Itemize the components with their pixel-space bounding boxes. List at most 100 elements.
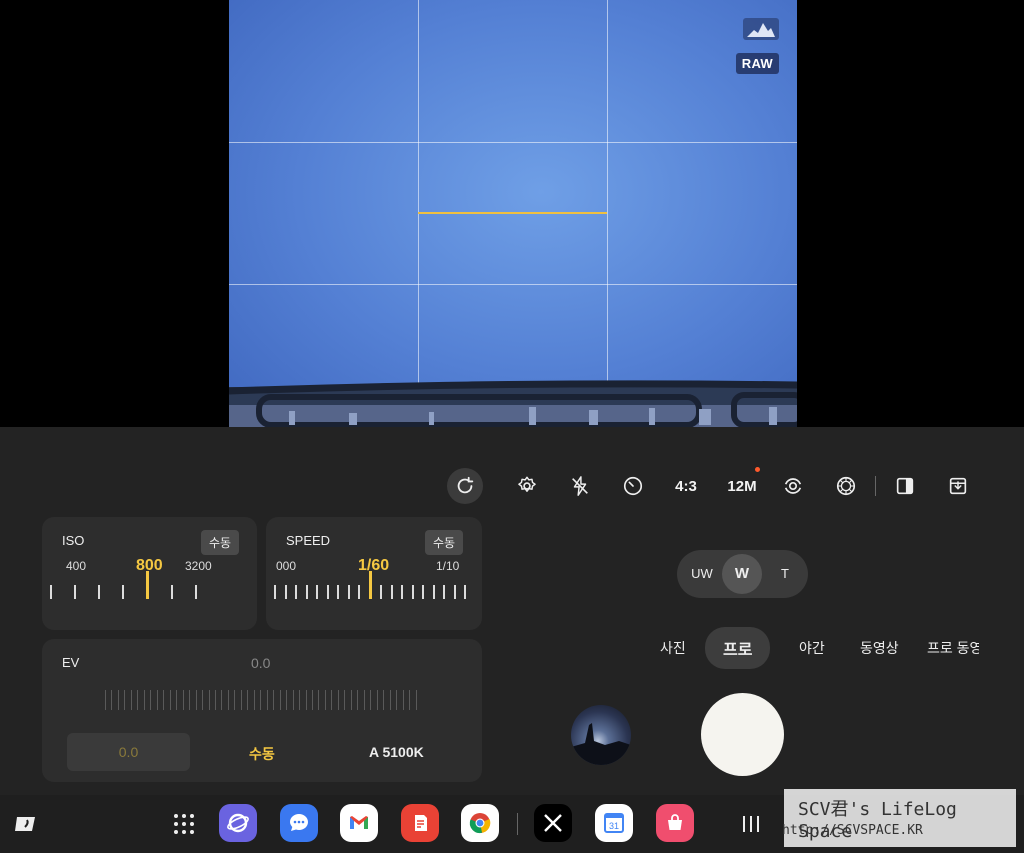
ev-tick [266, 690, 268, 710]
ev-tick [156, 690, 158, 710]
speed-card[interactable]: SPEED 수동 000 1/60 1/10 [266, 517, 482, 630]
iso-value-selected: 800 [136, 557, 163, 574]
ev-tick [324, 690, 326, 710]
chrome-icon[interactable] [461, 804, 499, 842]
slider-tick [453, 585, 456, 599]
new-indicator-dot [755, 467, 760, 472]
ev-tick [163, 690, 165, 710]
raw-format-badge[interactable]: RAW [735, 53, 779, 74]
slider-tick [432, 585, 435, 599]
iso-value-high: 3200 [185, 559, 212, 573]
speed-mode-button[interactable]: 수동 [425, 530, 464, 555]
samsung-internet-icon[interactable] [219, 804, 257, 842]
calendar-day: 31 [609, 821, 619, 831]
zoom-option-uw[interactable]: UW [687, 550, 717, 598]
ev-tick [247, 690, 249, 710]
recents-icon[interactable] [740, 812, 762, 841]
slider-tick [337, 585, 339, 599]
ev-tick [279, 690, 281, 710]
slider-tick [274, 585, 276, 599]
flash-off-icon[interactable] [562, 468, 598, 504]
ev-tick [150, 690, 152, 710]
filter-icon[interactable] [828, 468, 864, 504]
app-drawer-icon[interactable] [172, 812, 196, 841]
ev-tick [409, 690, 411, 710]
zoom-selector[interactable]: UW W T [677, 550, 808, 598]
mode-video[interactable]: 동영상 [860, 638, 899, 658]
speed-slider[interactable] [274, 571, 474, 599]
calendar-icon[interactable]: 31 [595, 804, 633, 842]
mode-photo[interactable]: 사진 [660, 638, 686, 658]
toolbar-divider [875, 476, 876, 496]
slider-tick [464, 585, 466, 599]
ev-tick [292, 690, 294, 710]
watermark-url: http://SCVSPACE.KR [782, 823, 923, 838]
ev-tick [370, 690, 372, 710]
taskbar-divider [517, 813, 518, 835]
mode-pro-video[interactable]: 프로 동영 [927, 638, 979, 658]
gmail-icon[interactable] [340, 804, 378, 842]
reset-icon[interactable] [447, 468, 483, 504]
iso-value-low: 400 [66, 559, 87, 573]
scene-railing [229, 380, 797, 427]
ev-tick [202, 690, 204, 710]
focus-mode-button[interactable]: 수동 [249, 744, 275, 764]
horizon-level-indicator [418, 212, 607, 214]
ev-tick [189, 690, 191, 710]
ev-tick [383, 690, 385, 710]
slider-tick [401, 585, 403, 599]
ev-slider[interactable] [105, 690, 417, 710]
split-view-icon[interactable] [887, 468, 923, 504]
zoom-option-t[interactable]: T [773, 550, 797, 598]
rotate-lens-icon[interactable] [775, 468, 811, 504]
samsung-notes-icon[interactable] [401, 804, 439, 842]
ev-tick [402, 690, 404, 710]
camera-viewfinder[interactable]: RAW [229, 0, 797, 427]
ev-tick [350, 690, 352, 710]
watermark: SCV君's LifeLog Space http://SCVSPACE.KR [782, 789, 1016, 847]
gallery-thumbnail[interactable] [571, 705, 631, 765]
ev-tick [318, 690, 320, 710]
timer-icon[interactable] [615, 468, 651, 504]
mode-pro[interactable]: 프로 [705, 627, 771, 669]
ev-tick [234, 690, 236, 710]
ev-input-field[interactable]: 0.0 [67, 733, 190, 771]
ev-tick [137, 690, 139, 710]
slider-tick [326, 585, 329, 599]
slider-tick [305, 585, 308, 599]
iso-slider[interactable] [50, 571, 250, 599]
iso-card[interactable]: ISO 수동 400 800 3200 [42, 517, 257, 630]
iso-title: ISO [62, 533, 85, 548]
shutter-button[interactable] [701, 693, 784, 776]
mode-night[interactable]: 야간 [799, 638, 825, 658]
slider-tick [411, 585, 414, 599]
x-icon[interactable] [534, 804, 572, 842]
ev-tick [260, 690, 262, 710]
slider-tick [316, 585, 318, 599]
ev-tick [305, 690, 307, 710]
save-options-icon[interactable] [940, 468, 976, 504]
slider-tick [390, 585, 393, 599]
ev-title: EV [62, 655, 80, 670]
ev-tick [169, 690, 171, 710]
aspect-ratio-button[interactable]: 4:3 [668, 468, 704, 504]
slider-tick [295, 585, 297, 599]
ev-tick [396, 690, 398, 710]
zoom-option-w[interactable]: W [722, 554, 762, 594]
messages-icon[interactable] [280, 804, 318, 842]
settings-icon[interactable] [509, 468, 545, 504]
ev-tick [124, 690, 126, 710]
resolution-button[interactable]: 12M [722, 468, 762, 504]
ev-tick [415, 690, 417, 710]
ev-tick [337, 690, 339, 710]
slider-tick [358, 585, 360, 599]
iso-mode-button[interactable]: 수동 [201, 530, 240, 555]
white-balance-button[interactable]: A 5100K [369, 744, 424, 760]
keyboard-toggle-icon[interactable] [14, 814, 38, 839]
ev-tick [389, 690, 391, 710]
galaxy-store-icon[interactable] [656, 804, 694, 842]
grid-line [229, 142, 797, 143]
ev-tick [208, 690, 210, 710]
ev-tick [105, 690, 106, 710]
histogram-icon[interactable] [743, 18, 779, 40]
